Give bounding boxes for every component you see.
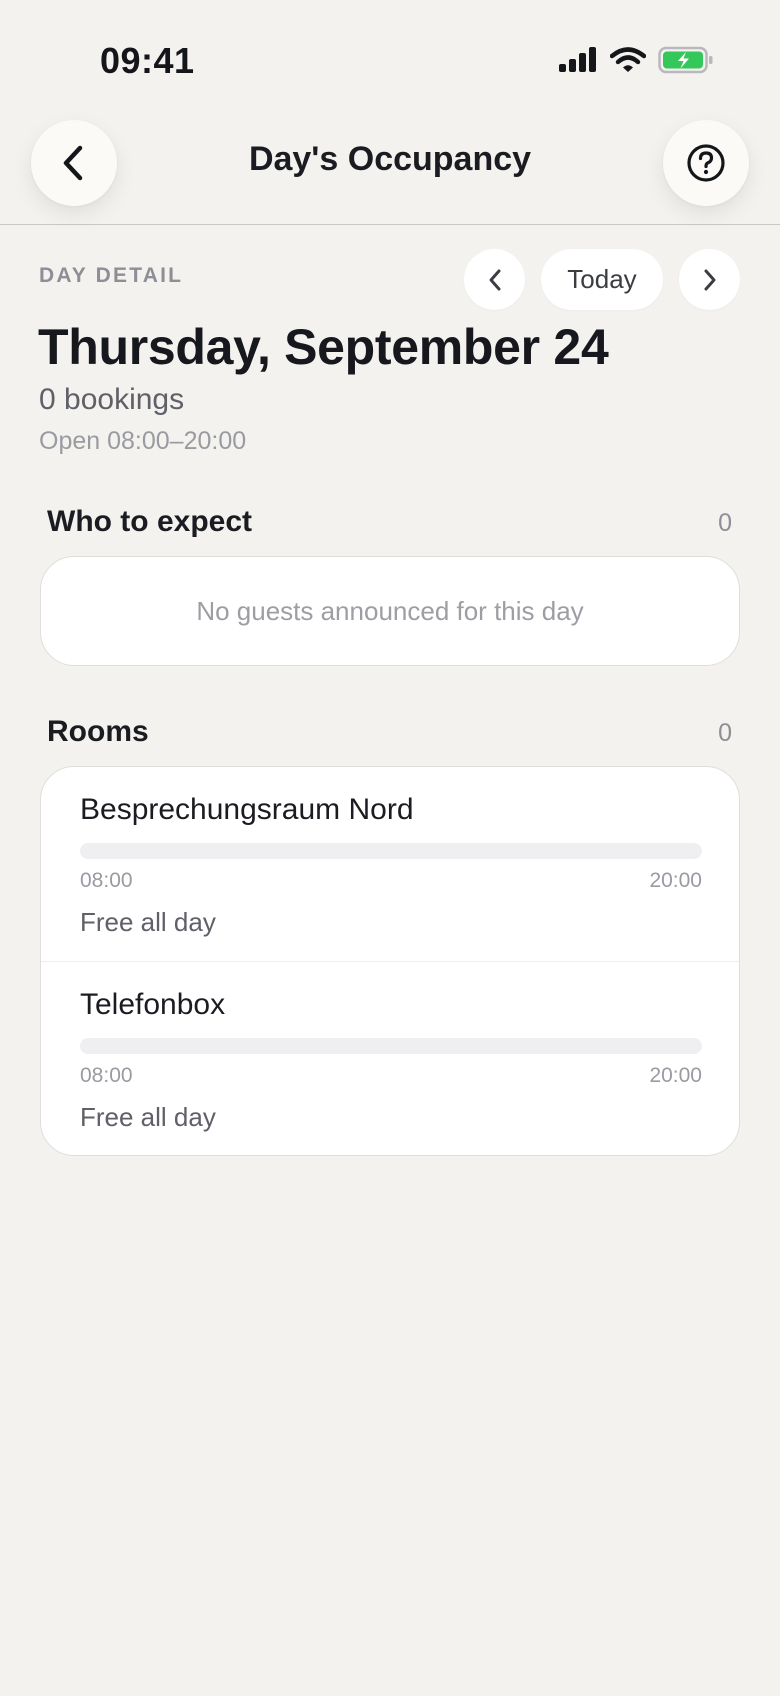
signal-icon [559, 47, 596, 72]
help-button[interactable] [663, 120, 749, 206]
opening-hours: Open 08:00–20:00 [39, 427, 247, 455]
room-start-time: 08:00 [80, 869, 133, 892]
day-occupancy-screen: 09:41 Day's Occupancy DAY DETAIL Today T… [0, 0, 780, 1696]
selected-date: Thursday, September 24 [38, 319, 609, 375]
day-detail-eyebrow: DAY DETAIL [39, 264, 184, 287]
today-button[interactable]: Today [541, 249, 663, 310]
room-timeline-bar [80, 843, 702, 859]
room-timeline-bar [80, 1038, 702, 1054]
status-bar: 09:41 [0, 0, 780, 110]
rooms-section-title: Rooms [47, 715, 149, 748]
room-name: Besprechungsraum Nord [80, 793, 414, 826]
room-name: Telefonbox [80, 988, 226, 1021]
guests-section-title: Who to expect [47, 505, 253, 538]
room-item[interactable]: Telefonbox 08:00 20:00 Free all day [41, 961, 739, 1155]
bookings-count: 0 bookings [39, 383, 185, 416]
question-circle-icon [687, 144, 725, 182]
room-end-time: 20:00 [649, 869, 702, 892]
room-status: Free all day [80, 1102, 216, 1132]
previous-day-button[interactable] [464, 249, 525, 310]
room-end-time: 20:00 [649, 1064, 702, 1087]
battery-charging-icon [658, 46, 713, 74]
room-item[interactable]: Besprechungsraum Nord 08:00 20:00 Free a… [41, 767, 739, 961]
guests-count: 0 [718, 509, 732, 537]
chevron-right-icon [704, 269, 715, 290]
nav-header: Day's Occupancy [0, 110, 780, 225]
guests-empty-card: No guests announced for this day [40, 556, 740, 666]
room-start-time: 08:00 [80, 1064, 133, 1087]
status-time: 09:41 [100, 40, 195, 81]
room-status: Free all day [80, 907, 216, 937]
rooms-card: Besprechungsraum Nord 08:00 20:00 Free a… [40, 766, 740, 1156]
chevron-left-icon [489, 269, 500, 290]
status-icons [558, 46, 714, 74]
next-day-button[interactable] [679, 249, 740, 310]
wifi-icon [610, 47, 646, 72]
guests-empty-text: No guests announced for this day [196, 595, 584, 626]
rooms-count: 0 [718, 719, 732, 747]
